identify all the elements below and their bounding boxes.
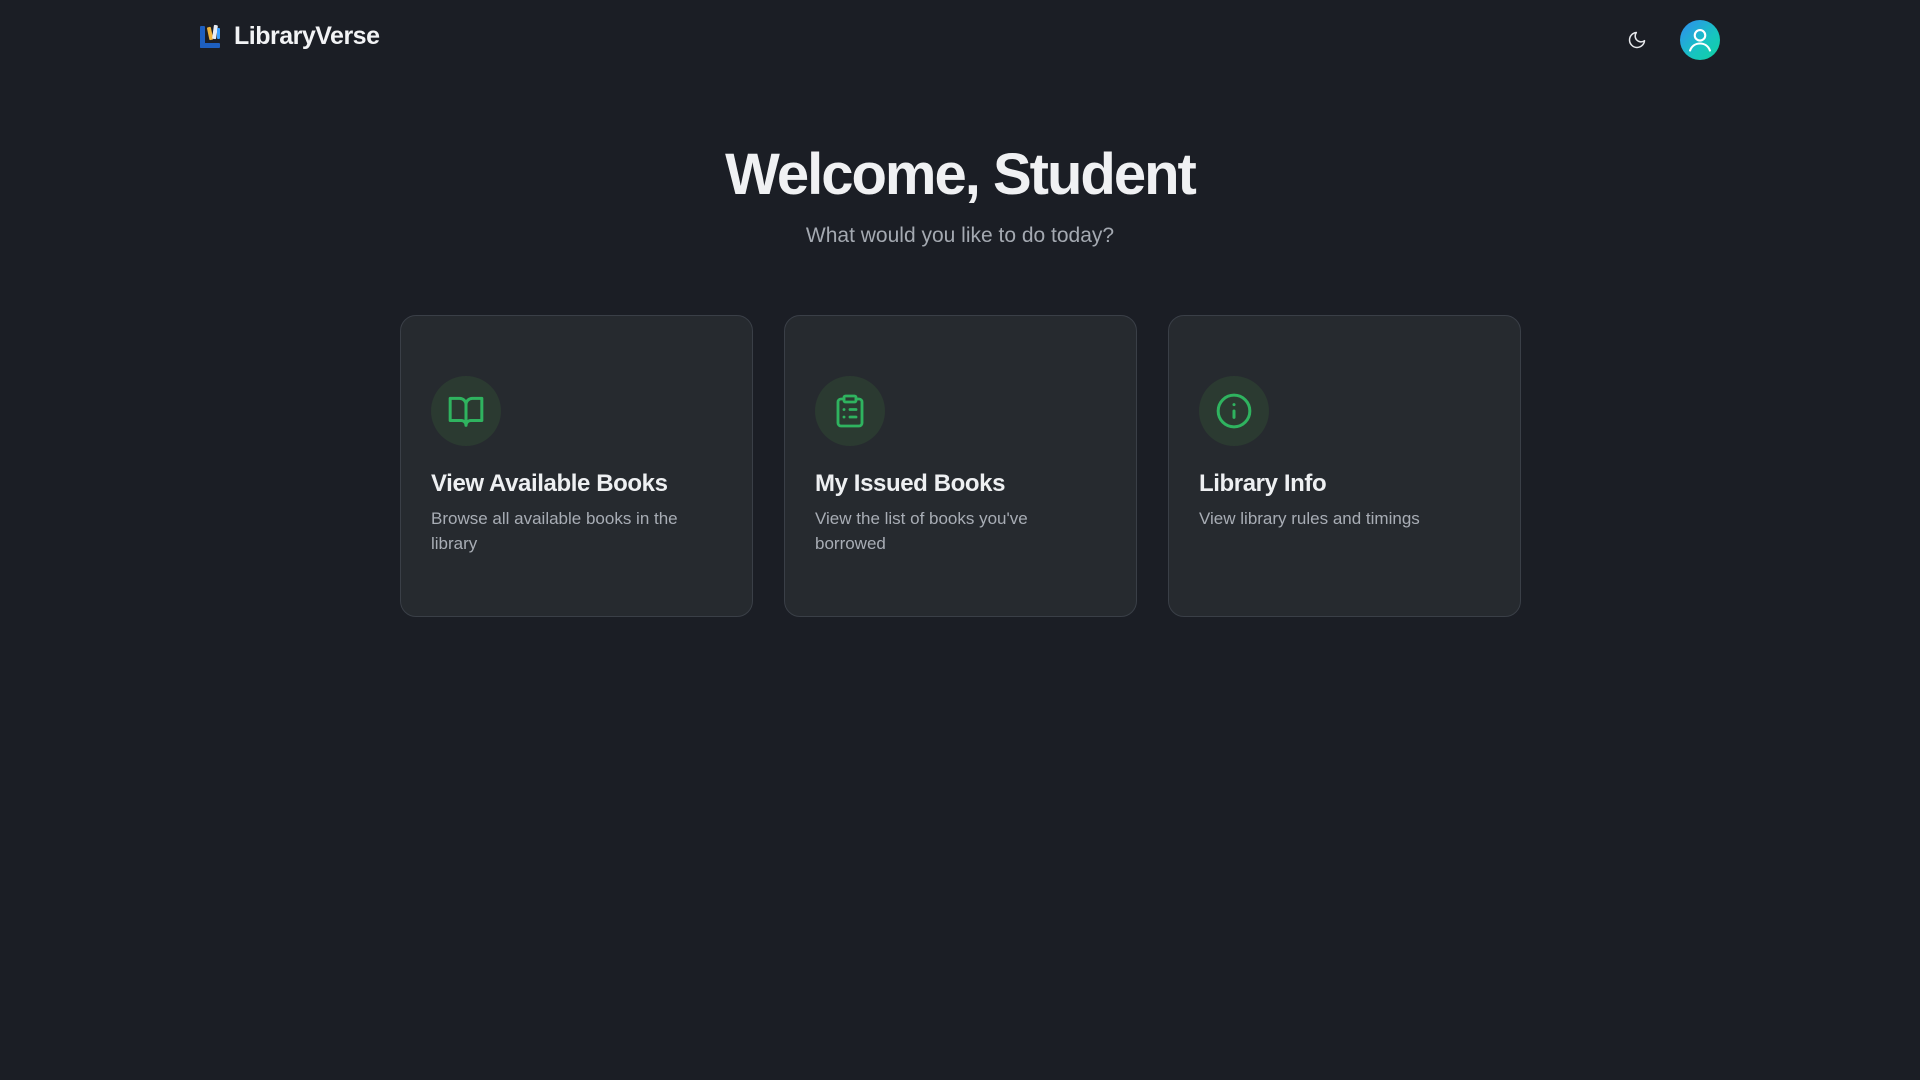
user-avatar-button[interactable] [1680,20,1720,60]
library-logo-icon [200,24,220,48]
brand-name: LibraryVerse [234,22,380,50]
card-icon-circle [815,376,885,446]
card-description: View library rules and timings [1199,509,1420,528]
clipboard-list-icon [836,394,864,428]
welcome-heading: Welcome, Student [725,142,1197,207]
card-icon-circle [1199,376,1269,446]
book-open-icon [448,396,484,427]
action-cards: View Available Books Browse all availabl… [400,315,1521,617]
card-title: My Issued Books [815,470,1006,497]
theme-toggle-button[interactable] [1621,24,1653,56]
moon-icon [1628,31,1646,49]
card-description: Browse all available books in the librar… [431,509,678,553]
user-icon [1689,29,1711,52]
my-issued-books-card[interactable]: My Issued Books View the list of books y… [784,315,1137,617]
card-icon-circle [431,376,501,446]
card-title: View Available Books [431,470,668,497]
view-available-books-card[interactable]: View Available Books Browse all availabl… [400,315,753,617]
top-navigation-bar: LibraryVerse [0,0,1920,80]
library-info-card[interactable]: Library Info View library rules and timi… [1168,315,1521,617]
brand-link[interactable]: LibraryVerse [198,22,380,51]
card-title: Library Info [1199,470,1327,497]
info-icon [1216,393,1252,429]
welcome-section: Welcome, Student What would you like to … [0,138,1920,250]
welcome-subtitle: What would you like to do today? [805,224,1115,247]
card-description: View the list of books you've borrowed [815,509,1028,553]
